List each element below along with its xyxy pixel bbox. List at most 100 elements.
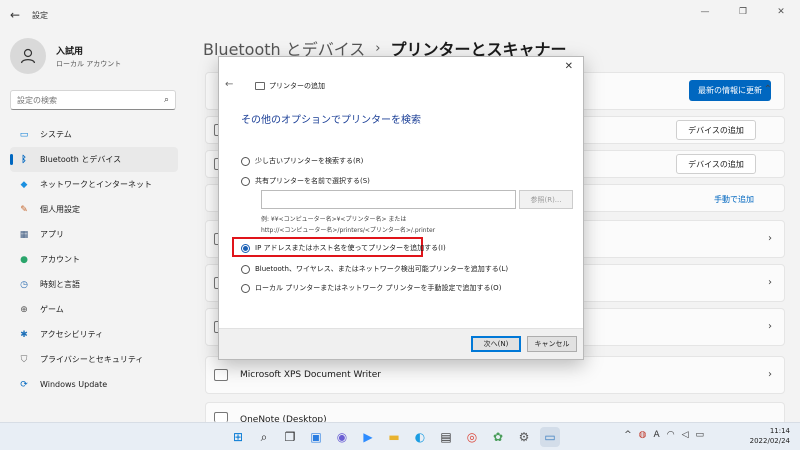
refresh-button[interactable]: 最新の情報に更新 bbox=[689, 80, 771, 101]
dialog-title-text: プリンターの追加 bbox=[269, 82, 325, 90]
minimize-icon[interactable]: — bbox=[686, 0, 724, 24]
chat-icon[interactable]: ◉ bbox=[332, 427, 352, 447]
sidebar-item-windows-update[interactable]: ⟳ Windows Update bbox=[10, 372, 178, 397]
dialog-footer: 次へ(N) キャンセル bbox=[219, 328, 583, 359]
chrome-icon[interactable]: ◎ bbox=[462, 427, 482, 447]
chevron-up-icon[interactable]: ^ bbox=[624, 430, 632, 440]
maximize-icon[interactable]: ❐ bbox=[724, 0, 762, 24]
alert-icon[interactable]: ◍ bbox=[639, 430, 647, 440]
radio-button-selected[interactable] bbox=[241, 243, 250, 253]
printer-icon bbox=[214, 412, 228, 422]
manual-add-link[interactable]: 手動で追加 bbox=[714, 194, 754, 205]
option-label: 共有プリンターを名前で選択する(S) bbox=[255, 177, 370, 185]
file-explorer-icon[interactable]: ▬ bbox=[384, 427, 404, 447]
system-tray: ^ ◍ A ◠ ◁ ▭ bbox=[624, 430, 704, 440]
monitor-icon: ▭ bbox=[19, 129, 29, 140]
user-profile[interactable]: 入試用 ローカル アカウント bbox=[10, 38, 121, 74]
printer-icon bbox=[214, 369, 228, 381]
search-icon[interactable]: ⌕ bbox=[254, 427, 274, 447]
sidebar-item-accounts[interactable]: ● アカウント bbox=[10, 247, 178, 272]
chevron-right-icon[interactable]: › bbox=[768, 369, 772, 380]
taskbar-clock[interactable]: 11:14 2022/02/24 bbox=[750, 426, 790, 446]
sidebar-item-label: アプリ bbox=[40, 230, 64, 239]
volume-icon[interactable]: ◁ bbox=[682, 430, 689, 440]
shared-printer-name-input[interactable] bbox=[261, 190, 516, 209]
option-label: 少し古いプリンターを検索する(R) bbox=[255, 157, 364, 165]
radio-button[interactable] bbox=[241, 283, 250, 293]
chevron-right-icon[interactable]: › bbox=[768, 321, 772, 332]
radio-button[interactable] bbox=[241, 176, 250, 186]
sidebar-item-time-language[interactable]: ◷ 時刻と言語 bbox=[10, 272, 178, 297]
sidebar-item-label: ゲーム bbox=[40, 305, 64, 314]
back-arrow-icon[interactable]: ← bbox=[225, 79, 233, 90]
remote-desktop-icon[interactable]: ▭ bbox=[540, 427, 560, 447]
tools-icon[interactable]: ✿ bbox=[488, 427, 508, 447]
option-label: Bluetooth、ワイヤレス、またはネットワーク検出可能プリンターを追加する(… bbox=[255, 265, 509, 273]
dialog-heading: その他のオプションでプリンターを検索 bbox=[241, 115, 421, 126]
task-view-icon[interactable]: ❐ bbox=[280, 427, 300, 447]
close-icon[interactable]: ✕ bbox=[565, 61, 573, 72]
edge-icon[interactable]: ◐ bbox=[410, 427, 430, 447]
widgets-icon[interactable]: ▣ bbox=[306, 427, 326, 447]
accessibility-icon: ✱ bbox=[20, 329, 28, 340]
shield-icon: ⛉ bbox=[20, 354, 28, 365]
zoom-icon[interactable]: ▶ bbox=[358, 427, 378, 447]
sidebar-item-label: Bluetooth とデバイス bbox=[40, 155, 122, 164]
chevron-up-icon[interactable]: ⌃ bbox=[764, 84, 772, 95]
search-icon[interactable]: ⌕ bbox=[164, 95, 169, 105]
radio-button[interactable] bbox=[241, 264, 250, 274]
apps-icon: ▦ bbox=[19, 229, 29, 240]
sidebar-item-label: ネットワークとインターネット bbox=[40, 180, 152, 189]
settings-search[interactable]: ⌕ bbox=[10, 90, 176, 110]
gamepad-icon: ⊕ bbox=[20, 304, 28, 315]
cancel-button[interactable]: キャンセル bbox=[527, 336, 577, 352]
sidebar-nav: ▭ システム ᛒ Bluetooth とデバイス ◆ ネットワークとインターネッ… bbox=[10, 122, 178, 397]
sidebar-item-network[interactable]: ◆ ネットワークとインターネット bbox=[10, 172, 178, 197]
option-shared-printer[interactable]: 共有プリンターを名前で選択する(S) bbox=[241, 176, 370, 186]
language-icon[interactable]: A bbox=[654, 430, 660, 440]
browse-button[interactable]: 参照(R)... bbox=[519, 190, 573, 209]
option-local-manual[interactable]: ローカル プリンターまたはネットワーク プリンターを手動設定で追加する(O) bbox=[241, 283, 501, 293]
search-input[interactable] bbox=[17, 95, 164, 105]
avatar bbox=[10, 38, 46, 74]
radio-button[interactable] bbox=[241, 156, 250, 166]
sidebar-item-privacy[interactable]: ⛉ プライバシーとセキュリティ bbox=[10, 347, 178, 372]
wifi-icon: ◆ bbox=[20, 179, 28, 190]
person-avatar-icon bbox=[20, 48, 36, 64]
add-device-button-1[interactable]: デバイスの追加 bbox=[676, 120, 756, 140]
dialog-title: プリンターの追加 bbox=[255, 81, 325, 91]
wifi-tray-icon[interactable]: ◠ bbox=[667, 430, 675, 440]
sidebar-item-label: システム bbox=[40, 130, 72, 139]
close-window-icon[interactable]: ✕ bbox=[762, 0, 800, 24]
chevron-right-icon[interactable]: › bbox=[768, 277, 772, 288]
sidebar-item-bluetooth[interactable]: ᛒ Bluetooth とデバイス bbox=[10, 147, 178, 172]
back-arrow-icon[interactable]: ← bbox=[10, 8, 20, 22]
clock-time: 11:14 bbox=[769, 427, 790, 435]
store-icon[interactable]: ▤ bbox=[436, 427, 456, 447]
option-label: IP アドレスまたはホスト名を使ってプリンターを追加する(I) bbox=[255, 244, 446, 252]
chevron-right-icon[interactable]: › bbox=[768, 233, 772, 244]
taskbar: ⊞ ⌕ ❐ ▣ ◉ ▶ ▬ ◐ ▤ ◎ ✿ ⚙ ▭ ^ ◍ A ◠ ◁ ▭ 11… bbox=[0, 422, 800, 450]
option-older-printer[interactable]: 少し古いプリンターを検索する(R) bbox=[241, 156, 363, 166]
brush-icon: ✎ bbox=[20, 204, 28, 215]
update-icon: ⟳ bbox=[20, 379, 28, 390]
add-device-button-2[interactable]: デバイスの追加 bbox=[676, 154, 756, 174]
sidebar-item-apps[interactable]: ▦ アプリ bbox=[10, 222, 178, 247]
window-title: 設定 bbox=[32, 11, 48, 20]
example-line-1: 例: ¥¥<コンピューター名>¥<プリンター名> または bbox=[261, 216, 407, 223]
sidebar-item-gaming[interactable]: ⊕ ゲーム bbox=[10, 297, 178, 322]
next-button[interactable]: 次へ(N) bbox=[471, 336, 521, 352]
profile-account-type: ローカル アカウント bbox=[56, 59, 122, 68]
printer-icon bbox=[255, 82, 265, 90]
battery-icon[interactable]: ▭ bbox=[695, 430, 704, 440]
start-icon[interactable]: ⊞ bbox=[228, 427, 248, 447]
example-line-2: http://<コンピューター名>/printers/<プリンター名>/.pri… bbox=[261, 227, 436, 234]
sidebar-item-accessibility[interactable]: ✱ アクセシビリティ bbox=[10, 322, 178, 347]
settings-gear-icon[interactable]: ⚙ bbox=[514, 427, 534, 447]
add-printer-dialog: ✕ ← プリンターの追加 その他のオプションでプリンターを検索 少し古いプリンタ… bbox=[218, 56, 584, 360]
option-bluetooth-wireless[interactable]: Bluetooth、ワイヤレス、またはネットワーク検出可能プリンターを追加する(… bbox=[241, 264, 508, 274]
sidebar-item-system[interactable]: ▭ システム bbox=[10, 122, 178, 147]
sidebar-item-personalization[interactable]: ✎ 個人用設定 bbox=[10, 197, 178, 222]
option-ip-hostname[interactable]: IP アドレスまたはホスト名を使ってプリンターを追加する(I) bbox=[241, 243, 446, 253]
sidebar-item-label: アカウント bbox=[40, 255, 80, 264]
